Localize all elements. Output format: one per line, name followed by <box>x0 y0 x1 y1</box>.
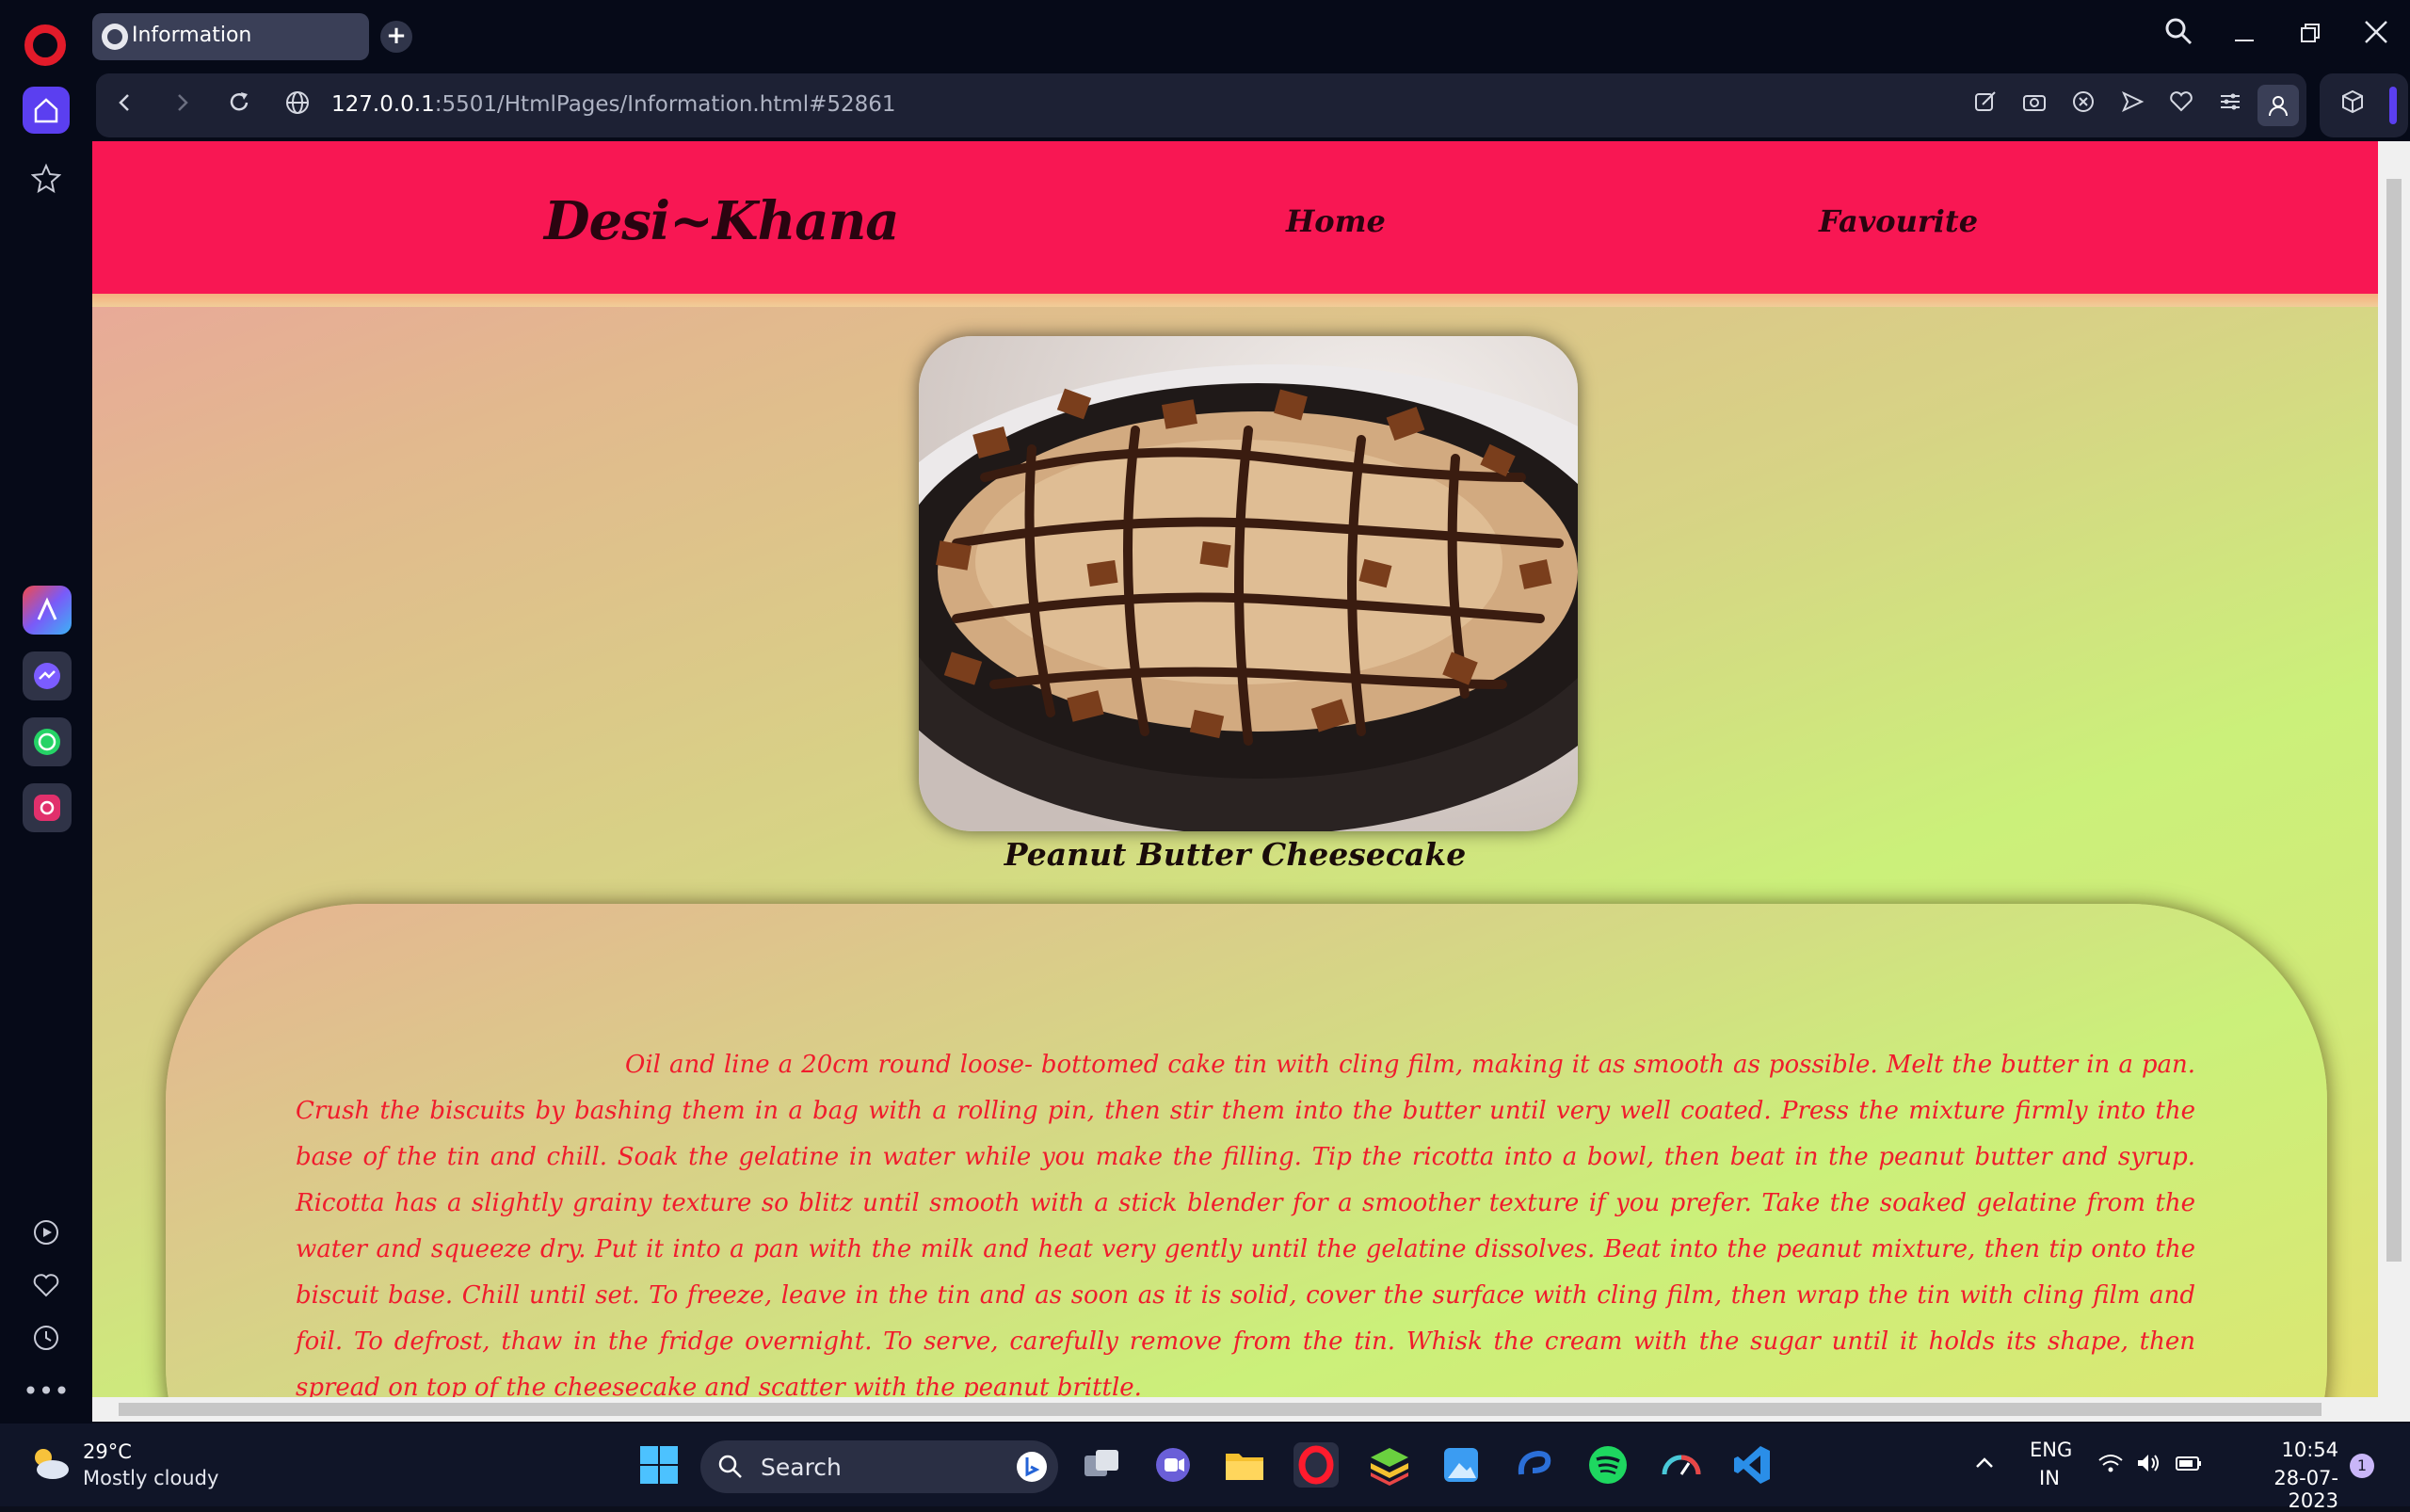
search-icon <box>718 1455 742 1478</box>
url-host: 127.0.0.1 <box>331 92 435 117</box>
header-divider <box>92 294 2378 307</box>
address-bar-area: 127.0.0.1:5501/HtmlPages/Information.htm… <box>92 72 2410 141</box>
extensions-icon[interactable] <box>2337 89 2369 121</box>
vscode-icon[interactable] <box>1730 1442 1775 1488</box>
search-label: Search <box>761 1454 842 1481</box>
tab-information[interactable]: Information <box>92 13 369 60</box>
search-icon[interactable] <box>2160 17 2197 55</box>
notification-badge[interactable]: 1 <box>2350 1454 2374 1478</box>
nav-home-link[interactable]: Home <box>1286 203 1386 239</box>
restore-icon[interactable] <box>2291 17 2329 55</box>
back-icon[interactable] <box>107 88 141 122</box>
language-code[interactable]: ENG <box>2030 1439 2072 1461</box>
start-icon[interactable] <box>636 1442 682 1488</box>
settings-icon[interactable] <box>2214 89 2246 121</box>
whatsapp-icon[interactable] <box>23 717 72 766</box>
extensions-area <box>2320 73 2408 137</box>
site-brand[interactable]: Desi~Khana <box>544 190 900 252</box>
camera-icon[interactable] <box>2018 89 2050 121</box>
url-path: :5501/HtmlPages/Information.html#52861 <box>434 92 896 117</box>
site-header: Desi~Khana Home Favourite <box>92 141 2378 294</box>
aria-icon[interactable] <box>23 586 72 635</box>
globe-icon <box>102 24 128 50</box>
sidebar-toggle[interactable] <box>2389 87 2397 124</box>
performance-gauge-icon[interactable] <box>1659 1442 1704 1488</box>
windows-taskbar: 29°C Mostly cloudy Search ENG IN 10:54 2… <box>0 1424 2410 1512</box>
adblock-icon[interactable] <box>2067 89 2099 121</box>
photos-icon[interactable] <box>1438 1442 1484 1488</box>
reload-icon[interactable] <box>222 88 256 122</box>
opera-taskbar-icon[interactable] <box>1293 1442 1339 1488</box>
bluestacks-icon[interactable] <box>1367 1442 1412 1488</box>
edit-icon[interactable] <box>1969 89 2001 121</box>
recipe-card: Oil and line a 20cm round loose- bottome… <box>166 904 2327 1422</box>
vertical-scroll-thumb[interactable] <box>2386 179 2402 1262</box>
weather-desc[interactable]: Mostly cloudy <box>83 1467 218 1489</box>
horizontal-scrollbar[interactable] <box>92 1397 2378 1422</box>
browser-sidebar: ••• <box>0 72 92 1424</box>
history-icon[interactable] <box>23 1314 70 1361</box>
dish-title: Peanut Butter Cheesecake <box>1004 836 1467 873</box>
spotify-icon[interactable] <box>1585 1442 1631 1488</box>
page-viewport: Desi~Khana Home Favourite Peanut Butter … <box>92 141 2378 1422</box>
tab-bar: Information + <box>0 0 2410 72</box>
vertical-scrollbar[interactable] <box>2378 141 2410 1422</box>
volume-icon[interactable] <box>2135 1452 2161 1480</box>
new-tab-button[interactable]: + <box>380 21 412 53</box>
opera-logo-icon[interactable] <box>24 24 66 66</box>
more-icon[interactable]: ••• <box>23 1367 70 1414</box>
player-icon[interactable] <box>23 1209 70 1256</box>
bing-icon <box>1017 1452 1047 1482</box>
star-icon[interactable] <box>23 154 70 201</box>
clock-time[interactable]: 10:54 <box>2235 1439 2338 1461</box>
weather-temp[interactable]: 29°C <box>83 1440 132 1463</box>
task-view-icon[interactable] <box>1079 1442 1124 1488</box>
profile-icon[interactable] <box>2257 85 2299 126</box>
dish-image <box>919 336 1578 831</box>
messenger-icon[interactable] <box>23 651 72 700</box>
language-region[interactable]: IN <box>2039 1467 2060 1489</box>
file-explorer-icon[interactable] <box>1222 1442 1267 1488</box>
clock-date[interactable]: 28-07-2023 <box>2231 1467 2338 1512</box>
heart-icon[interactable] <box>2165 89 2197 121</box>
remote-desktop-icon[interactable] <box>1512 1442 1557 1488</box>
nav-favourite-link[interactable]: Favourite <box>1819 203 1978 239</box>
tab-title: Information <box>132 24 252 47</box>
taskbar-search[interactable]: Search <box>700 1440 1058 1493</box>
battery-icon[interactable] <box>2175 1452 2203 1480</box>
wifi-icon[interactable] <box>2097 1452 2124 1480</box>
horizontal-scroll-thumb[interactable] <box>119 1403 2322 1416</box>
instagram-icon[interactable] <box>23 783 72 832</box>
url-field[interactable]: 127.0.0.1:5501/HtmlPages/Information.htm… <box>331 92 896 117</box>
teams-chat-icon[interactable] <box>1150 1442 1196 1488</box>
recipe-instructions: Oil and line a 20cm round loose- bottome… <box>296 1051 2195 1402</box>
send-icon[interactable] <box>2116 89 2148 121</box>
home-icon[interactable] <box>23 87 70 134</box>
site-info-icon[interactable] <box>281 88 314 122</box>
heart-icon[interactable] <box>23 1262 70 1309</box>
minimize-icon[interactable] <box>2225 17 2263 55</box>
close-icon[interactable] <box>2357 17 2395 55</box>
forward-icon[interactable] <box>166 88 200 122</box>
weather-cloud-icon[interactable] <box>28 1444 72 1482</box>
chevron-up-icon[interactable] <box>1973 1452 1996 1480</box>
address-bar: 127.0.0.1:5501/HtmlPages/Information.htm… <box>96 73 2306 137</box>
